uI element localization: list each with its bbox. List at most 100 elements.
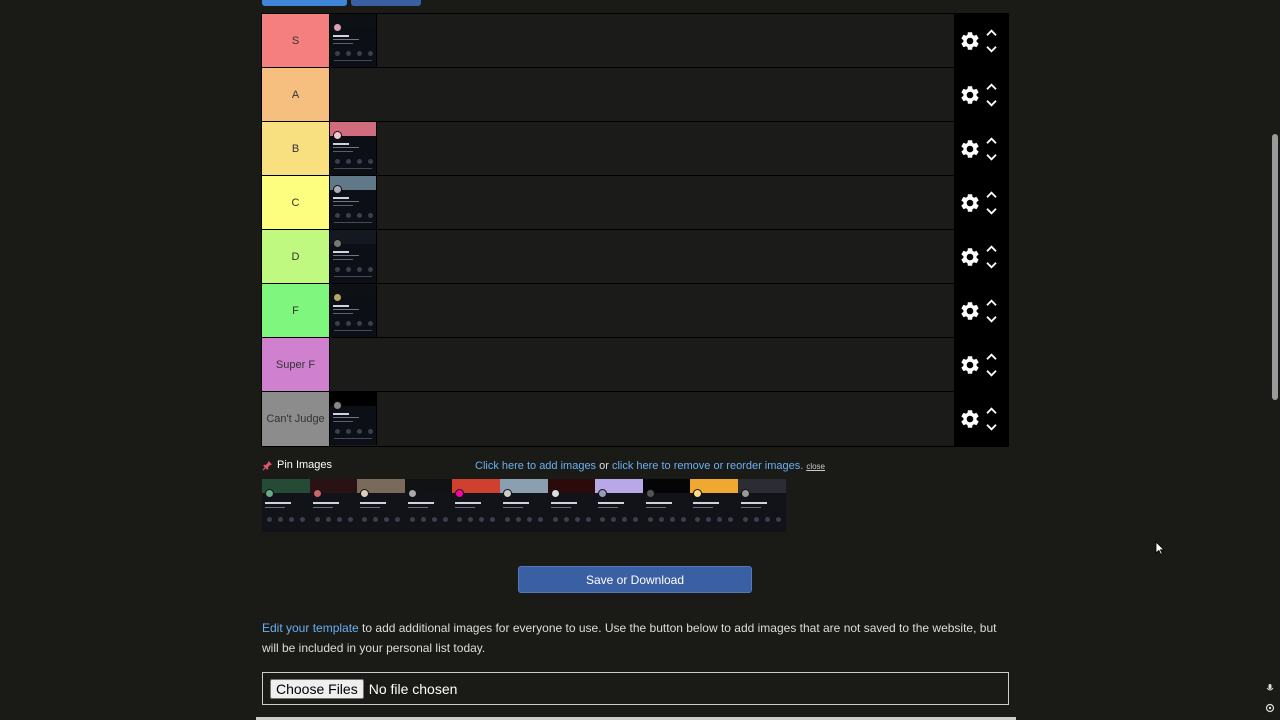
chevron-up-icon[interactable] xyxy=(984,243,998,253)
card-dots xyxy=(457,517,496,522)
card-line xyxy=(333,39,359,40)
card-line xyxy=(455,507,476,508)
chevron-up-icon[interactable] xyxy=(984,81,998,91)
chevron-up-icon[interactable] xyxy=(984,297,998,307)
card-line xyxy=(598,507,619,508)
chevron-down-icon[interactable] xyxy=(984,368,998,378)
chevron-down-icon[interactable] xyxy=(984,206,998,216)
tier-card[interactable] xyxy=(330,392,377,445)
avatar xyxy=(333,293,342,302)
avatar xyxy=(550,489,560,498)
chevron-up-icon[interactable] xyxy=(984,351,998,361)
tier-controls xyxy=(954,176,1008,229)
scrollbar-thumb[interactable] xyxy=(1272,134,1278,400)
card-dots xyxy=(314,517,353,522)
gear-icon[interactable] xyxy=(957,298,983,324)
image-links: Click here to add images or click here t… xyxy=(475,460,825,472)
pool-card[interactable] xyxy=(357,479,405,532)
gear-icon[interactable] xyxy=(957,136,983,162)
tier-move-arrows xyxy=(984,27,998,54)
card-line xyxy=(334,60,372,61)
tier-card[interactable] xyxy=(330,230,377,283)
chevron-down-icon[interactable] xyxy=(984,260,998,270)
tier-move-arrows xyxy=(984,81,998,108)
microphone-icon[interactable] xyxy=(1265,683,1275,693)
choose-files-button[interactable]: Choose Files xyxy=(270,678,364,699)
chevron-down-icon[interactable] xyxy=(984,423,998,433)
gear-icon[interactable] xyxy=(957,244,983,270)
pool-card[interactable] xyxy=(595,479,643,532)
card-dots xyxy=(552,517,591,522)
add-images-link[interactable]: Click here to add images xyxy=(475,460,596,472)
template-info: Edit your template to add additional ima… xyxy=(262,618,1010,658)
chevron-down-icon[interactable] xyxy=(984,98,998,108)
tier-label[interactable]: Can't Judge xyxy=(262,392,329,446)
lens-icon[interactable] xyxy=(1265,703,1275,713)
pool-card[interactable] xyxy=(690,479,738,532)
card-line xyxy=(265,502,291,504)
tier-card[interactable] xyxy=(330,122,377,175)
pool-card[interactable] xyxy=(737,479,786,532)
card-line xyxy=(333,259,353,260)
tier-row: B xyxy=(262,122,1008,176)
tier-label[interactable]: S xyxy=(262,14,329,67)
avatar xyxy=(645,489,655,498)
card-dots xyxy=(362,517,401,522)
pool-card[interactable] xyxy=(642,479,691,532)
card-line xyxy=(334,330,372,331)
chevron-up-icon[interactable] xyxy=(984,27,998,37)
avatar xyxy=(502,489,512,498)
card-line xyxy=(333,201,359,202)
avatar xyxy=(693,489,703,498)
avatar xyxy=(360,489,370,498)
avatar xyxy=(740,489,750,498)
chevron-up-icon[interactable] xyxy=(984,189,998,199)
tier-label[interactable]: C xyxy=(262,176,329,229)
avatar xyxy=(333,185,342,194)
top-button-2[interactable] xyxy=(351,0,421,6)
tier-controls xyxy=(954,14,1008,67)
tier-label[interactable]: A xyxy=(262,68,329,121)
avatar xyxy=(333,131,342,140)
tier-card[interactable] xyxy=(330,14,377,67)
close-link[interactable]: close xyxy=(806,462,825,471)
chevron-down-icon[interactable] xyxy=(984,152,998,162)
tier-row: F xyxy=(262,284,1008,338)
gear-icon[interactable] xyxy=(957,406,983,432)
pool-card[interactable] xyxy=(452,479,500,532)
chevron-up-icon[interactable] xyxy=(984,406,998,416)
tier-card[interactable] xyxy=(330,284,377,337)
card-dots xyxy=(335,213,373,218)
pool-card[interactable] xyxy=(309,479,358,532)
tier-items xyxy=(329,14,954,67)
avatar xyxy=(333,239,342,248)
gear-icon[interactable] xyxy=(957,352,983,378)
save-or-download-button[interactable]: Save or Download xyxy=(518,566,752,593)
chevron-up-icon[interactable] xyxy=(984,135,998,145)
tier-label[interactable]: F xyxy=(262,284,329,337)
scrollbar[interactable] xyxy=(1270,0,1280,720)
tier-label[interactable]: B xyxy=(262,122,329,175)
pool-card[interactable] xyxy=(499,479,548,532)
chevron-down-icon[interactable] xyxy=(984,44,998,54)
card-line xyxy=(333,421,353,422)
gear-icon[interactable] xyxy=(957,190,983,216)
tier-card[interactable] xyxy=(330,176,377,229)
gear-icon[interactable] xyxy=(957,82,983,108)
tier-controls xyxy=(954,122,1008,175)
tier-label[interactable]: Super F xyxy=(262,338,329,391)
card-line xyxy=(333,309,359,310)
pool-card[interactable] xyxy=(404,479,453,532)
pin-images-label: Pin Images xyxy=(277,459,333,471)
pin-images-toggle[interactable]: Pin Images xyxy=(262,459,332,471)
pool-card[interactable] xyxy=(262,479,310,532)
edit-template-link[interactable]: Edit your template xyxy=(262,621,359,635)
chevron-down-icon[interactable] xyxy=(984,314,998,324)
tier-label[interactable]: D xyxy=(262,230,329,283)
card-dots xyxy=(335,321,373,326)
avatar xyxy=(598,489,608,498)
reorder-images-link[interactable]: click here to remove or reorder images. xyxy=(612,460,803,472)
pool-card[interactable] xyxy=(547,479,596,532)
gear-icon[interactable] xyxy=(957,28,983,54)
top-button-1[interactable] xyxy=(262,0,347,6)
